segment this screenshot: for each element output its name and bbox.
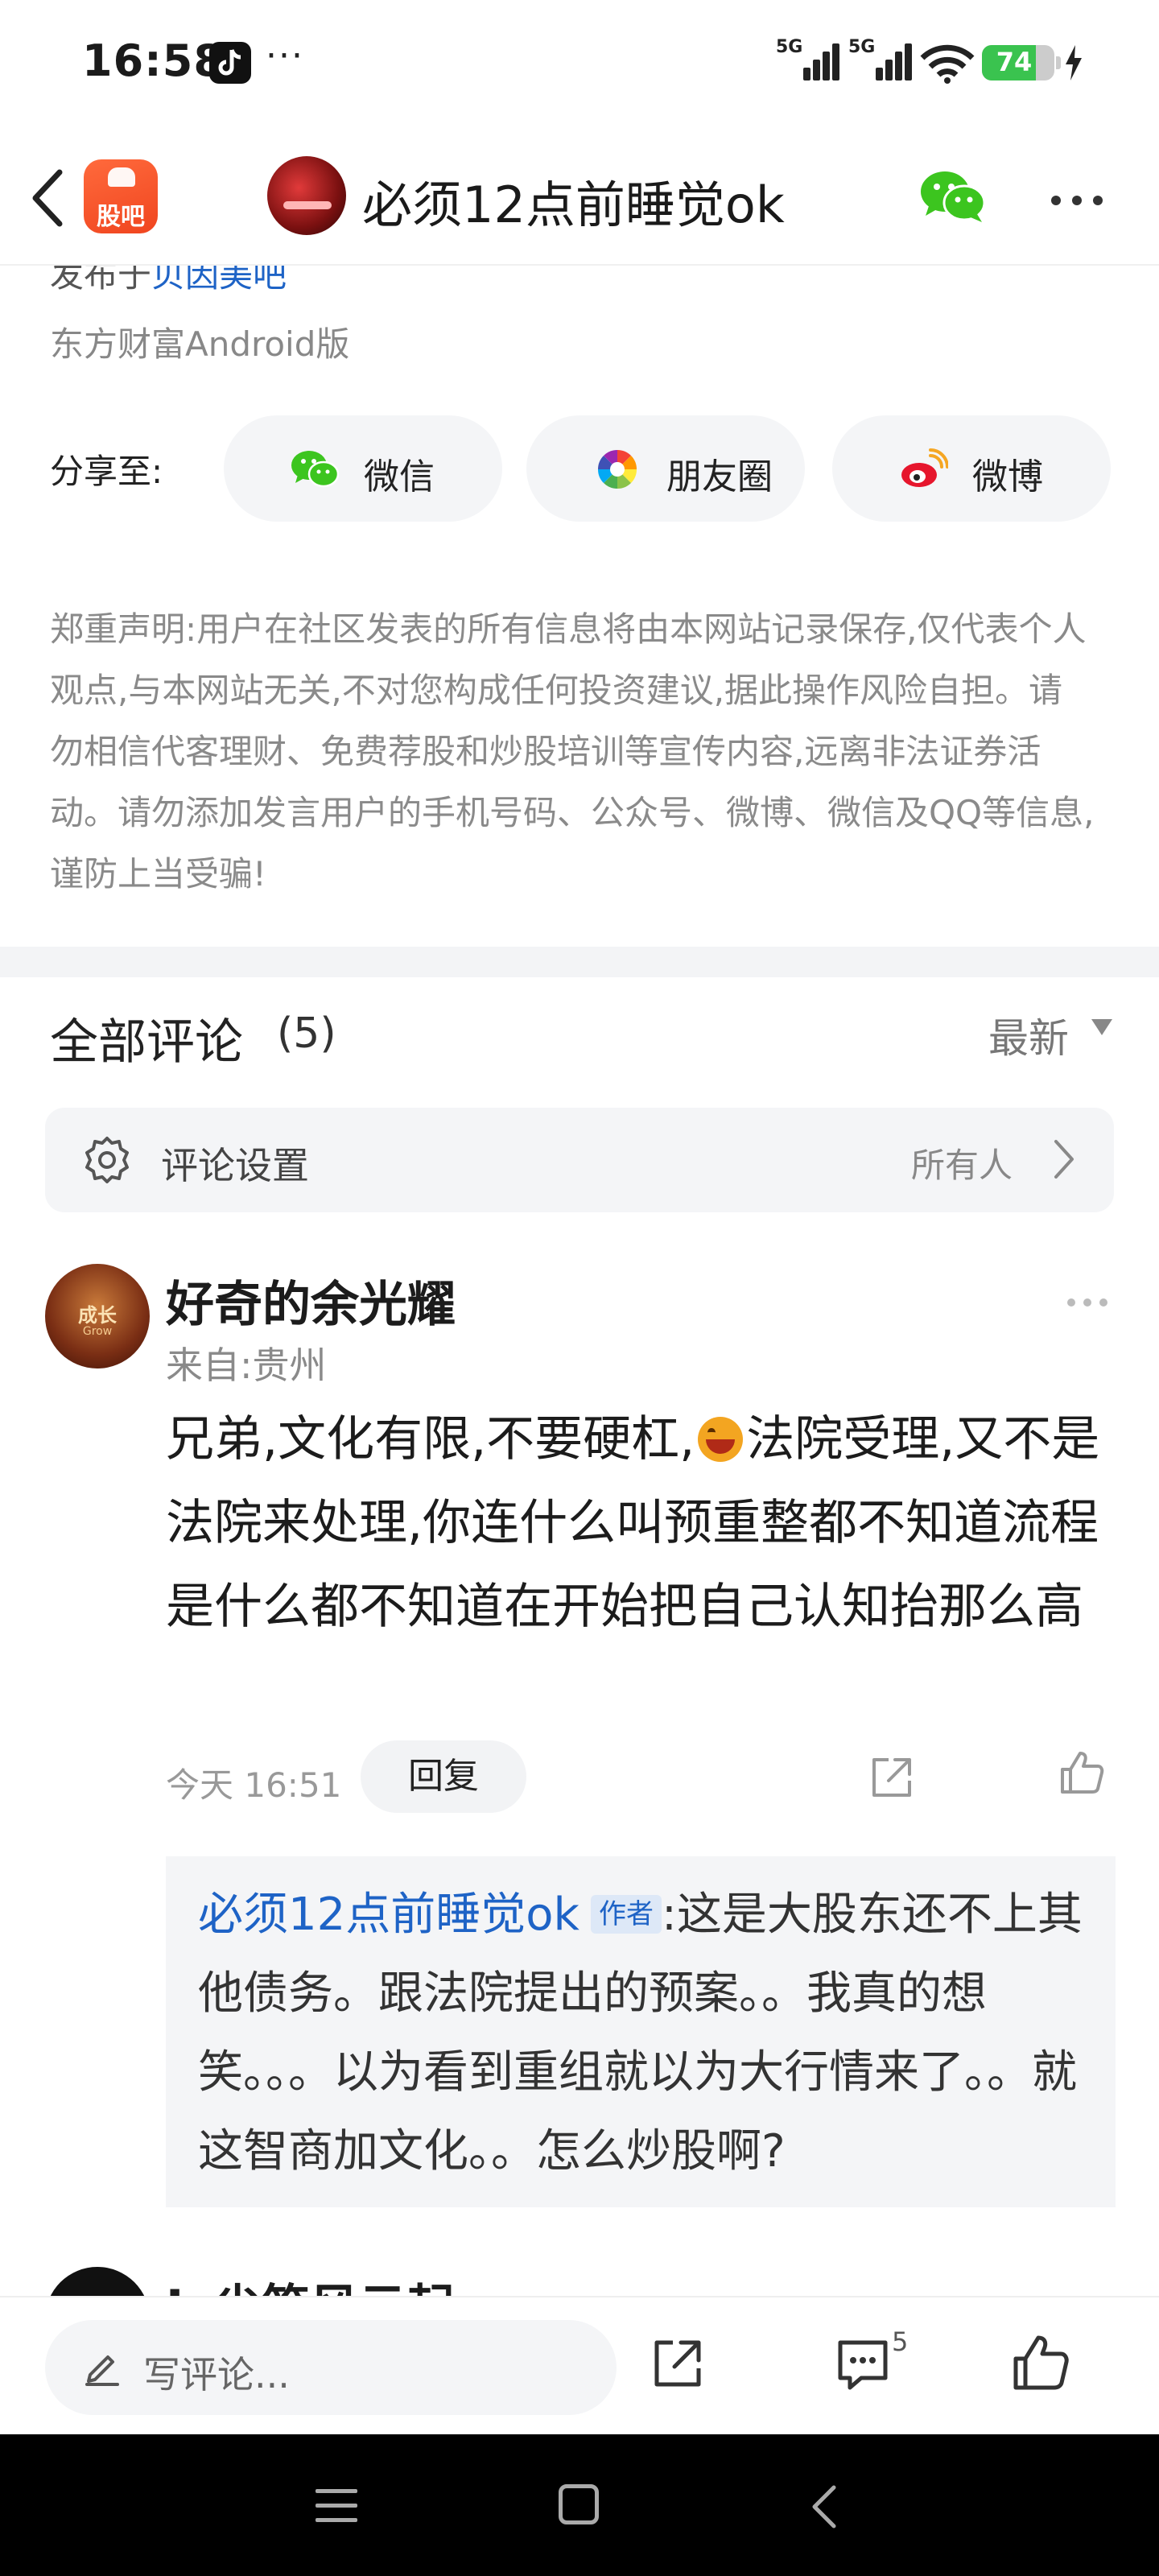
write-comment-placeholder: 写评论... (143, 2353, 290, 2396)
disclaimer-text: 郑重声明:用户在社区发表的所有信息将由本网站记录保存,仅代表个人观点,与本网站无… (50, 609, 1095, 894)
guba-logo[interactable]: 股吧 (84, 159, 158, 233)
author-badge: 作者 (590, 1895, 662, 1934)
bottom-toolbar: 写评论... 5 (0, 2296, 1159, 2434)
system-back-button[interactable] (805, 2483, 845, 2531)
comment-time: 今天 16:51 (166, 1765, 342, 1805)
section-divider (0, 947, 1159, 977)
recent-apps-button[interactable] (316, 2489, 357, 2533)
reply-author-link[interactable]: 必须12点前睡觉ok (198, 1889, 580, 1941)
commenter-name[interactable]: 好奇的余光耀 (166, 1265, 456, 1335)
top-nav-bar: 股吧 必须12点前睡觉ok (0, 129, 1159, 266)
avatar-text: 成长 (78, 1304, 117, 1327)
comment-count-badge: 5 (892, 2326, 909, 2357)
charging-icon (1066, 45, 1082, 80)
reply-button[interactable]: 回复 (361, 1740, 526, 1813)
wifi-icon (920, 44, 975, 84)
sort-caret-icon[interactable] (1091, 1019, 1112, 1035)
post-source: 东方财富Android版 (50, 324, 350, 364)
android-nav-bar (0, 2434, 1159, 2576)
comment-settings-row[interactable]: 评论设置 所有人 (45, 1108, 1114, 1212)
comment-like-icon[interactable] (1058, 1748, 1106, 1797)
comment-settings-label: 评论设置 (161, 1144, 309, 1187)
wechat-icon (291, 451, 340, 488)
comment-icon[interactable] (834, 2334, 892, 2392)
page-title[interactable]: 必须12点前睡觉ok (362, 164, 785, 237)
comments-count: (5) (277, 1009, 336, 1058)
comment-text-part-1: 兄弟,文化有限,不要硬杠, (166, 1411, 695, 1468)
pencil-icon (85, 2355, 119, 2386)
share-moments-label: 朋友圈 (666, 456, 773, 497)
share-weibo-label: 微博 (972, 456, 1043, 497)
share-label: 分享至: (50, 452, 163, 491)
wechat-share-icon[interactable] (919, 169, 987, 225)
back-icon[interactable] (24, 166, 72, 230)
status-time: 16:58 (82, 35, 225, 86)
cell-signal-2-icon: 5G (848, 37, 913, 80)
network-type-label: 5G (776, 37, 803, 57)
laughing-emoji-icon (698, 1417, 744, 1462)
comment-settings-value: 所有人 (911, 1146, 1013, 1185)
chevron-right-icon (1054, 1140, 1074, 1179)
commenter-avatar[interactable]: 成长 Grow (45, 1264, 150, 1368)
moments-icon (597, 449, 637, 489)
network-type-label: 5G (848, 37, 876, 57)
avatar-subtext: Grow (82, 1325, 113, 1338)
cell-signal-1-icon: 5G (776, 37, 840, 80)
share-weibo-button[interactable]: 微博 (832, 415, 1111, 522)
write-comment-input[interactable]: 写评论... (45, 2320, 617, 2415)
tiktok-icon (209, 42, 251, 84)
share-icon[interactable] (649, 2334, 707, 2392)
more-notifications-icon: ··· (266, 35, 304, 76)
comment-share-icon[interactable] (868, 1753, 916, 1802)
like-icon[interactable] (1009, 2331, 1072, 2394)
battery-level: 74 (996, 47, 1033, 77)
gear-icon (85, 1137, 129, 1183)
reply-text: 必须12点前睡觉ok 作者:这是大股东还不上其他债务。跟法院提出的预案。。我真的想… (198, 1876, 1099, 2191)
home-button[interactable] (559, 2484, 599, 2524)
comment-text: 兄弟,文化有限,不要硬杠, 法院受理,又不是法院来处理,你连什么叫预重整都不知道流… (166, 1397, 1124, 1649)
comments-title: 全部评论 (50, 1014, 243, 1071)
author-avatar[interactable] (267, 156, 346, 235)
battery-icon: 74 (982, 45, 1054, 80)
status-bar: 16:58 ··· 5G 5G 74 (0, 0, 1159, 129)
share-wechat-button[interactable]: 微信 (224, 415, 502, 522)
share-wechat-label: 微信 (364, 456, 435, 497)
battery-tip (1056, 56, 1061, 69)
share-moments-button[interactable]: 朋友圈 (526, 415, 805, 522)
sort-dropdown[interactable]: 最新 (988, 1006, 1069, 1064)
weibo-icon (901, 448, 948, 487)
guba-logo-text: 股吧 (97, 203, 145, 231)
reply-thread[interactable]: 必须12点前睡觉ok 作者:这是大股东还不上其他债务。跟法院提出的预案。。我真的想… (166, 1856, 1116, 2207)
commenter-location: 来自:贵州 (166, 1344, 327, 1387)
more-options-icon[interactable] (1051, 193, 1114, 208)
comment-more-icon[interactable] (1067, 1294, 1116, 1310)
